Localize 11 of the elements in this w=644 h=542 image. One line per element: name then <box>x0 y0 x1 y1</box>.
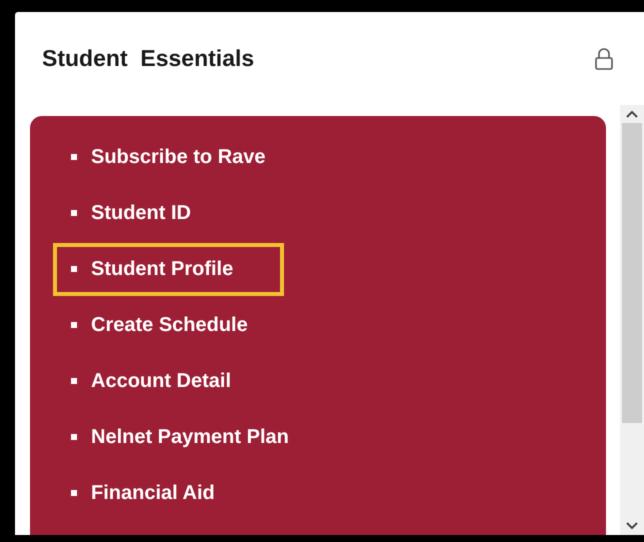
panel-title: Student Essentials <box>42 45 254 72</box>
scrollbar[interactable] <box>620 105 644 535</box>
essentials-link[interactable]: Create Schedule <box>53 298 299 352</box>
lock-icon[interactable] <box>594 48 614 70</box>
essentials-link[interactable]: Student Profile <box>53 242 284 296</box>
essentials-link[interactable]: Student ID <box>53 186 242 240</box>
essentials-link[interactable]: Subscribe to Rave <box>53 130 317 184</box>
essentials-link[interactable]: Account Detail <box>53 354 282 408</box>
scrollbar-thumb[interactable] <box>622 123 642 423</box>
essentials-link[interactable]: Nelnet Payment Plan <box>53 410 340 464</box>
essentials-link[interactable]: Financial Aid <box>53 466 266 520</box>
